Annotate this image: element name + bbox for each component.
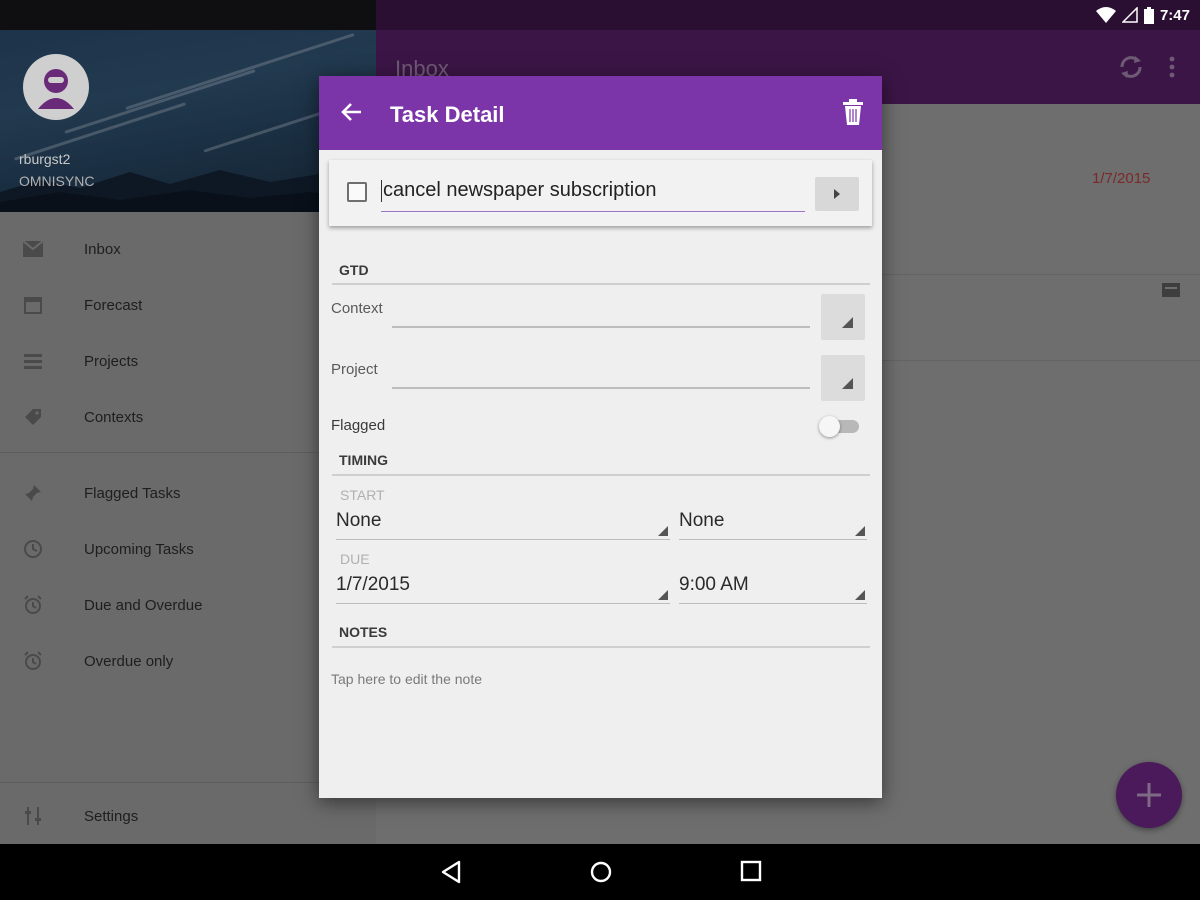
back-arrow-icon[interactable] bbox=[341, 101, 363, 123]
wifi-icon bbox=[1095, 7, 1116, 23]
flagged-toggle[interactable] bbox=[819, 416, 859, 437]
trash-icon[interactable] bbox=[843, 99, 863, 125]
pin-icon bbox=[22, 482, 44, 504]
sidebar-item-label: Inbox bbox=[84, 240, 121, 258]
text-cursor bbox=[381, 180, 382, 202]
back-nav-icon[interactable] bbox=[440, 860, 462, 884]
note-icon bbox=[1162, 283, 1180, 297]
start-time-picker[interactable]: None bbox=[679, 508, 867, 540]
section-divider bbox=[332, 646, 870, 648]
account-org: OMNISYNC bbox=[19, 173, 95, 189]
flagged-label: Flagged bbox=[331, 417, 386, 434]
due-date-value: 1/7/2015 bbox=[336, 574, 410, 595]
sidebar-item-label: Upcoming Tasks bbox=[84, 540, 194, 558]
sidebar-item-label: Flagged Tasks bbox=[84, 484, 181, 502]
start-date-value: None bbox=[336, 510, 382, 531]
inbox-icon bbox=[22, 238, 44, 260]
clock-icon bbox=[22, 538, 44, 560]
home-nav-icon[interactable] bbox=[589, 860, 613, 884]
due-date-picker[interactable]: 1/7/2015 bbox=[336, 572, 670, 604]
settings-sliders-icon bbox=[22, 805, 44, 827]
task-title-card: cancel newspaper subscription bbox=[329, 160, 872, 226]
status-icons: 7:47 bbox=[1095, 5, 1190, 25]
sidebar-item-label: Due and Overdue bbox=[84, 596, 203, 614]
account-name: rburgst2 bbox=[19, 151, 71, 167]
context-label: Context bbox=[331, 300, 383, 317]
sidebar-item-label: Settings bbox=[84, 807, 139, 825]
project-field[interactable] bbox=[392, 387, 810, 389]
user-icon bbox=[38, 69, 74, 109]
alarm-icon bbox=[22, 650, 44, 672]
section-header-timing: TIMING bbox=[339, 452, 388, 468]
context-dropdown-button[interactable] bbox=[821, 294, 865, 340]
task-detail-dialog: Task Detail cancel newspaper subscriptio… bbox=[319, 76, 882, 798]
due-label: DUE bbox=[340, 551, 370, 567]
context-field[interactable] bbox=[392, 326, 810, 328]
sync-icon[interactable] bbox=[1116, 52, 1146, 82]
play-arrow-icon bbox=[834, 189, 840, 199]
alarm-icon bbox=[22, 594, 44, 616]
section-header-gtd: GTD bbox=[339, 262, 369, 278]
due-time-picker[interactable]: 9:00 AM bbox=[679, 572, 867, 604]
status-time: 7:47 bbox=[1159, 6, 1190, 24]
sidebar-item-label: Forecast bbox=[84, 296, 143, 314]
signal-icon bbox=[1121, 7, 1138, 23]
section-divider bbox=[332, 283, 870, 285]
dialog-title: Task Detail bbox=[390, 102, 505, 127]
plus-icon bbox=[1137, 783, 1161, 807]
project-label: Project bbox=[331, 361, 378, 378]
task-expand-button[interactable] bbox=[815, 177, 859, 211]
notes-field[interactable]: Tap here to edit the note bbox=[331, 671, 482, 687]
status-bar: 7:47 bbox=[0, 0, 1200, 30]
system-navigation-bar bbox=[0, 844, 1200, 900]
sidebar-item-label: Contexts bbox=[84, 408, 144, 426]
due-time-value: 9:00 AM bbox=[679, 574, 749, 595]
list-icon bbox=[22, 350, 44, 372]
add-task-button[interactable] bbox=[1116, 762, 1182, 828]
sidebar-item-label: Projects bbox=[84, 352, 139, 370]
start-time-value: None bbox=[679, 510, 725, 531]
start-date-picker[interactable]: None bbox=[336, 508, 670, 540]
more-vert-icon[interactable] bbox=[1168, 56, 1176, 78]
task-due-date: 1/7/2015 bbox=[1092, 170, 1151, 187]
task-complete-checkbox[interactable] bbox=[347, 182, 367, 202]
start-label: START bbox=[340, 487, 385, 503]
recents-nav-icon[interactable] bbox=[740, 860, 762, 882]
sidebar-item-label: Overdue only bbox=[84, 652, 174, 670]
dialog-toolbar: Task Detail bbox=[319, 76, 882, 150]
section-divider bbox=[332, 474, 870, 476]
section-header-notes: NOTES bbox=[339, 624, 388, 640]
tag-icon bbox=[22, 406, 44, 428]
status-bar-drawer-area bbox=[0, 0, 376, 30]
battery-icon bbox=[1143, 6, 1154, 24]
calendar-icon bbox=[22, 294, 44, 316]
project-dropdown-button[interactable] bbox=[821, 355, 865, 401]
avatar[interactable] bbox=[23, 54, 89, 120]
task-title-input[interactable]: cancel newspaper subscription bbox=[381, 178, 805, 212]
